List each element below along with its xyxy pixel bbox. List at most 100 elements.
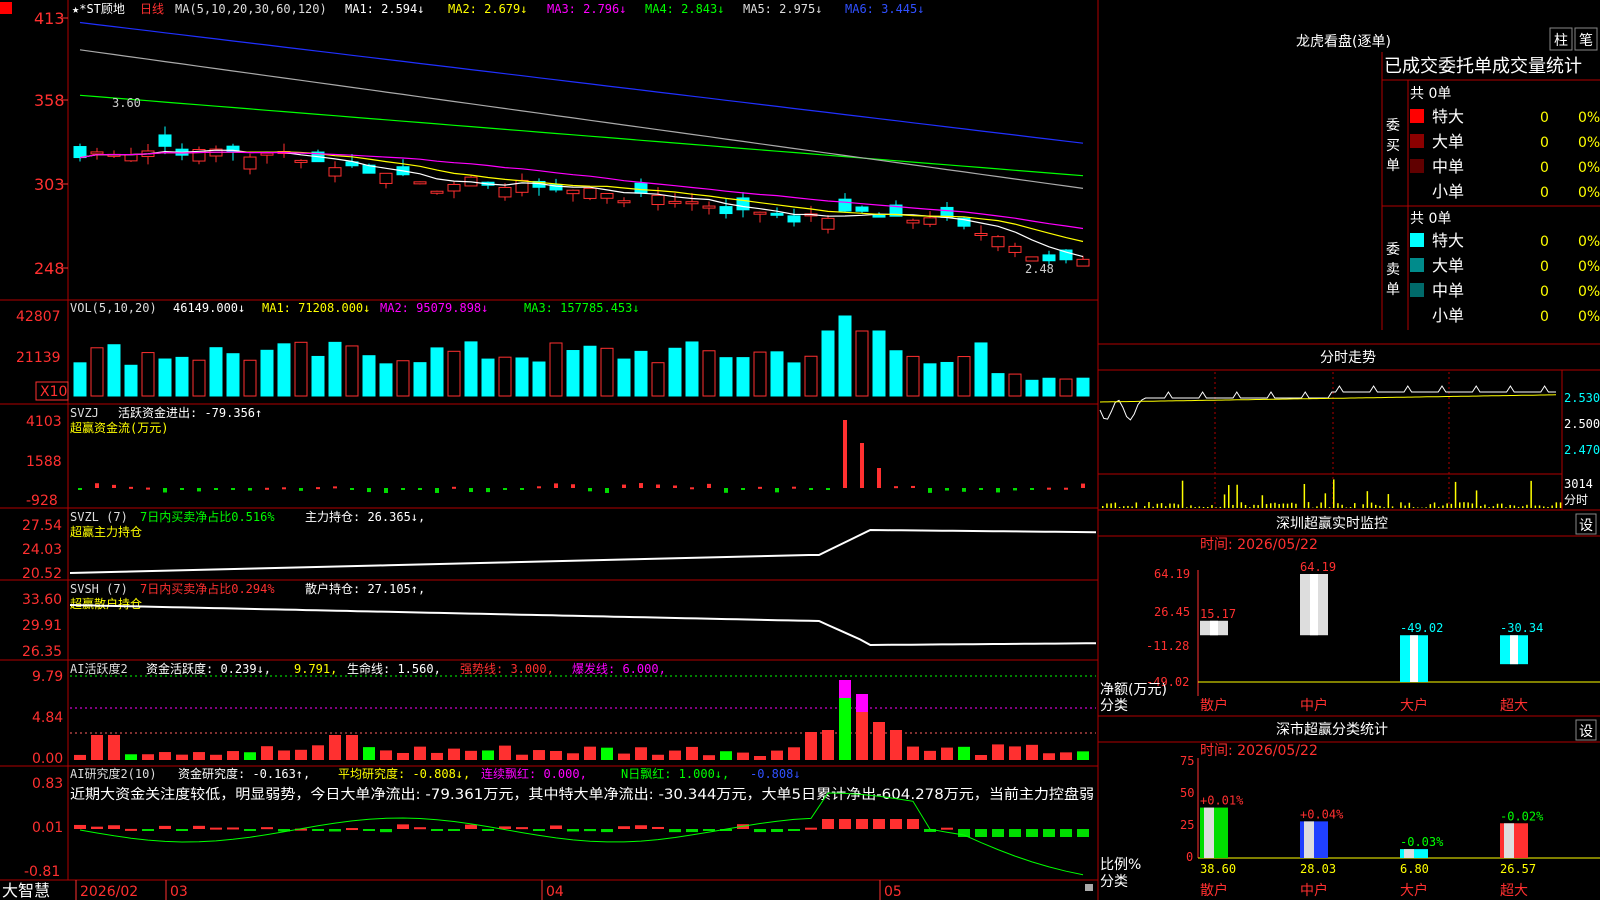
svsh-sub: 超赢散户持仓 [70, 596, 142, 611]
svzj-bar [945, 488, 949, 491]
volume-bar [515, 357, 529, 397]
svzj-bar [843, 420, 847, 488]
svzj-bar [180, 488, 184, 490]
intraday-vol-bar [1501, 503, 1503, 508]
svzj-sub: 超赢资金流(万元) [70, 420, 168, 435]
ai1-bar [74, 754, 86, 760]
svzj-bar [775, 488, 779, 493]
svzj-bar [792, 486, 796, 489]
date-label: 03 [170, 884, 188, 900]
intraday-vol-bar [1181, 480, 1184, 508]
intraday-vol-bar [1118, 506, 1121, 508]
ai2-header: AI研究度2(10) 资金研究度: -0.163↑, 平均研究度: -0.808… [24, 766, 1094, 880]
buy-side-label-2: 买 [1386, 138, 1400, 154]
svzj-bar [588, 488, 592, 492]
candle-body [770, 212, 784, 216]
cls-axis-tick: 75 [1180, 754, 1194, 768]
svzj-bar [1064, 487, 1068, 490]
ai1-bar [91, 735, 103, 760]
menu-marker-icon[interactable] [0, 2, 12, 14]
intraday-vol-bar [1123, 506, 1125, 508]
ai1-bar [941, 747, 953, 760]
intraday-vol-bar [1198, 506, 1201, 508]
svzj-bar [860, 443, 864, 488]
sz-ylabel: 净额(万元) [1100, 682, 1167, 698]
ai1-bar [516, 754, 528, 760]
volume-bar [328, 341, 342, 397]
volume-bar [294, 341, 308, 397]
ai2-bar [618, 826, 630, 829]
candle-body [158, 134, 172, 147]
svsh-tick: 33.60 [22, 592, 62, 608]
longhu-header: 已成交委托单成交量统计 [1384, 56, 1582, 77]
period-label[interactable]: 日线 [140, 2, 164, 16]
candle-body [991, 236, 1005, 248]
volume-bar [957, 356, 971, 397]
intraday-vol-bar [1551, 505, 1553, 508]
svzj-bar [384, 488, 388, 493]
volume-bar [804, 355, 818, 397]
volume-bar [566, 350, 580, 397]
svzj-bar [78, 488, 82, 490]
ai2-bar [754, 829, 766, 833]
longhu-row-count: 0 [1540, 284, 1549, 300]
cls-category: 散户 [1200, 882, 1228, 899]
candle-body [379, 172, 393, 184]
longhu-row-count: 0 [1540, 309, 1549, 325]
ai2-bar [482, 829, 494, 831]
volume-bar [481, 358, 495, 397]
intraday-vol-bar [1408, 502, 1411, 508]
volume-bar [226, 353, 240, 397]
ai2-bar [1026, 829, 1038, 837]
ai1-bar [754, 755, 766, 760]
cls-axis-tick: 50 [1180, 786, 1194, 800]
svzj-bar [163, 488, 167, 493]
intraday-vol-bar [1433, 502, 1436, 508]
ai2-bar [74, 824, 86, 829]
intraday-vol-bar [1412, 507, 1415, 508]
intraday-vol-bar [1387, 494, 1390, 508]
candle-body [685, 201, 699, 205]
ai2-bar [125, 828, 137, 831]
intraday-panel: 分时走势 2.530 2.500 2.470 3014 分时 [1098, 350, 1600, 510]
ai1-bar [907, 746, 919, 760]
intraday-vol-bar [1278, 504, 1280, 508]
intraday-vol-bar [1505, 507, 1507, 508]
intraday-vol-bar [1349, 507, 1352, 508]
ai1-bar [618, 753, 630, 760]
bar-mode-label: 柱 [1554, 33, 1568, 49]
ai2-bar [1060, 829, 1072, 837]
longhu-row-pct: 0% [1578, 234, 1600, 250]
intraday-vol-bar [1509, 504, 1511, 508]
cls-value-label: 38.60 [1200, 862, 1236, 876]
intraday-vol-bar [1307, 502, 1310, 508]
legend-swatch [1410, 159, 1424, 173]
ai2-bar [771, 829, 783, 833]
cls-bar-highlight [1204, 807, 1214, 858]
buy-side-label-3: 单 [1386, 158, 1400, 174]
ai1-v2: 9.791, [294, 662, 337, 676]
svzj-bar [707, 483, 711, 488]
ai2-bar [176, 829, 188, 831]
ai2-bar [159, 825, 171, 829]
ai2-bar [465, 824, 477, 829]
svzj-bar [197, 488, 201, 492]
volume-bar [277, 343, 291, 397]
ai1-bar [533, 750, 545, 760]
svzj-bar [333, 486, 337, 489]
volume-bar [617, 358, 631, 397]
ai1-bar [244, 752, 256, 760]
ai1-bar [669, 750, 681, 760]
intraday-vol-bar [1244, 504, 1247, 508]
intraday-vol-bar [1316, 506, 1318, 508]
lock-icon[interactable] [1085, 884, 1093, 891]
date-label: 04 [546, 884, 564, 900]
price-tick: 413 [34, 9, 65, 28]
ai2-bar [363, 829, 375, 831]
cls-change-label: +0.01% [1200, 794, 1244, 808]
ai1-bar [1009, 746, 1021, 760]
ma3-value: MA3: 2.796↓ [547, 2, 626, 16]
volume-bar [685, 341, 699, 397]
longhu-row-pct: 0% [1578, 110, 1600, 126]
svzj-bar [877, 468, 881, 488]
